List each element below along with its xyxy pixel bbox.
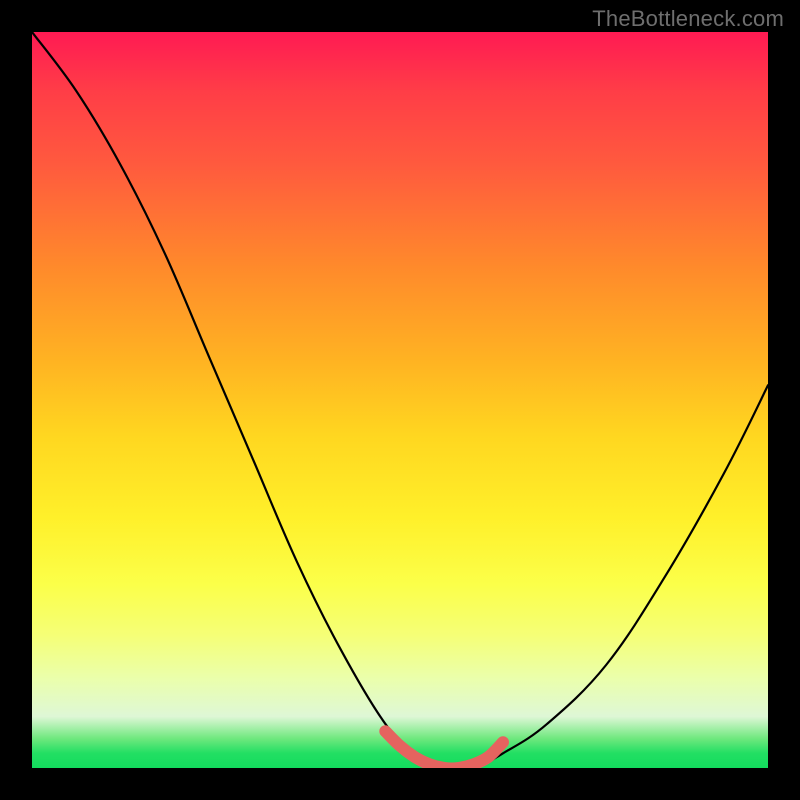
- chart-frame: TheBottleneck.com: [0, 0, 800, 800]
- watermark-text: TheBottleneck.com: [592, 6, 784, 32]
- sweet-spot-marker: [32, 32, 768, 768]
- plot-area: [32, 32, 768, 768]
- marker-path: [385, 731, 503, 768]
